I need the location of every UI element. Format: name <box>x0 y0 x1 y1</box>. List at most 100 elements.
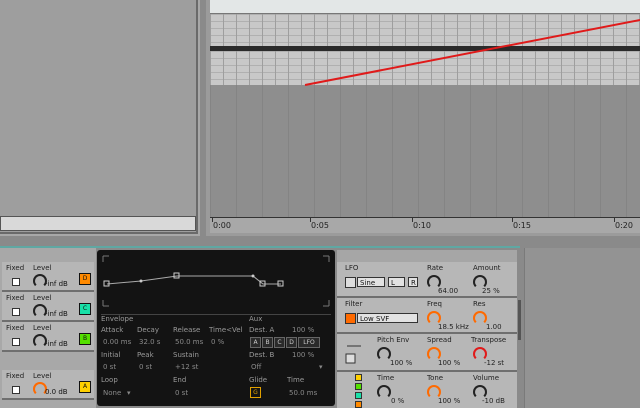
peak-label: Peak <box>137 351 154 359</box>
release-label: Release <box>173 326 201 334</box>
dest-b-label: Dest. B <box>249 351 275 359</box>
lfo-toggle[interactable] <box>345 277 356 288</box>
spread-label: Spread <box>427 336 452 344</box>
pitch-env-icon <box>345 345 361 364</box>
loop-select[interactable]: None <box>103 389 121 397</box>
level-label: Level <box>33 294 52 302</box>
timevel-value[interactable]: 0 % <box>211 338 224 346</box>
ruler-label-2: 0:10 <box>413 221 431 230</box>
filter-section: Filter Low SVF Freq 18.5 kHz Res 1.00 <box>337 298 517 334</box>
decay-label: Decay <box>137 326 159 334</box>
pad-c-button[interactable]: C <box>79 303 91 315</box>
dest-d-button[interactable]: D <box>286 337 297 348</box>
output-time-knob[interactable] <box>377 385 391 399</box>
empty-device-area <box>524 248 640 408</box>
fixed-label: Fixed <box>6 264 25 272</box>
level-label: Level <box>33 264 52 272</box>
time-ruler[interactable]: 0:00 0:05 0:10 0:15 0:20 <box>210 217 640 233</box>
pitch-env-knob[interactable] <box>377 347 391 361</box>
ruler-label-0: 0:00 <box>213 221 231 230</box>
ruler-label-1: 0:05 <box>311 221 329 230</box>
browser-panel-body <box>0 0 198 234</box>
fixed-checkbox[interactable] <box>12 386 20 394</box>
timevel-label: Time<Vel <box>209 326 243 334</box>
automation-envelope[interactable] <box>210 0 640 232</box>
volume-label: Volume <box>473 374 500 382</box>
drum-slot-d: Fixed Level -inf dB D <box>2 262 94 292</box>
glide-time-label: Time <box>287 376 305 384</box>
ruler-label-3: 0:15 <box>513 221 531 230</box>
pad-b-button[interactable]: B <box>79 333 91 345</box>
initial-label: Initial <box>101 351 121 359</box>
res-knob[interactable] <box>473 311 487 325</box>
freq-label: Freq <box>427 300 442 308</box>
fixed-checkbox[interactable] <box>12 338 20 346</box>
level-value: 0.0 dB <box>45 388 68 396</box>
device-scrollbar[interactable] <box>518 300 521 340</box>
level-value: -inf dB <box>45 310 68 318</box>
clip-editor[interactable]: 0:00 0:05 0:10 0:15 0:20 <box>210 0 640 233</box>
ruler-label-4: 0:20 <box>615 221 633 230</box>
level-label: Level <box>33 324 52 332</box>
level-label: Level <box>33 372 52 380</box>
pitch-section: Pitch Env 100 % Spread 100 % Transpose -… <box>337 334 517 372</box>
sustain-label: Sustain <box>173 351 199 359</box>
lfo-mode-select[interactable]: L <box>388 277 405 287</box>
lfo-title: LFO <box>345 264 359 272</box>
output-time-label: Time <box>377 374 395 382</box>
glide-label: Glide <box>249 376 268 384</box>
transpose-label: Transpose <box>471 336 507 344</box>
glide-time-value[interactable]: 50.0 ms <box>289 389 317 397</box>
drum-slot-b: Fixed Level -inf dB B <box>2 322 94 352</box>
pad-indicator <box>355 374 362 408</box>
synth-controls: LFO Sine L R Rate 64.00 Amount 25 % Filt… <box>337 250 517 408</box>
dest-c-button[interactable]: C <box>274 337 285 348</box>
chevron-down-icon[interactable]: ▾ <box>319 363 323 371</box>
envelope-title: Envelope <box>101 315 134 323</box>
attack-label: Attack <box>101 326 124 334</box>
sustain-value[interactable]: +12 st <box>175 363 198 371</box>
dest-a-value[interactable]: 100 % <box>292 326 314 334</box>
spread-value: 100 % <box>438 359 461 367</box>
volume-value: -10 dB <box>482 397 505 405</box>
dest-b-button[interactable]: B <box>262 337 273 348</box>
filter-type-select[interactable]: Low SVF <box>357 313 418 323</box>
filter-toggle[interactable] <box>345 313 356 324</box>
pad-a-button[interactable]: A <box>79 381 91 393</box>
tone-value: 100 % <box>438 397 461 405</box>
end-value[interactable]: 0 st <box>175 389 188 397</box>
browser-panel <box>0 0 200 236</box>
pitch-env-value: 100 % <box>390 359 413 367</box>
glide-toggle[interactable]: G <box>250 387 261 398</box>
fixed-label: Fixed <box>6 372 25 380</box>
horizontal-scrollbar[interactable] <box>0 216 196 231</box>
aux-title: Aux <box>249 315 263 323</box>
fixed-checkbox[interactable] <box>12 278 20 286</box>
drum-slot-c: Fixed Level -inf dB C <box>2 292 94 322</box>
lfo-retrig-button[interactable]: R <box>408 277 418 287</box>
output-time-value: 0 % <box>391 397 405 405</box>
rate-value: 64.00 <box>438 287 459 295</box>
initial-value[interactable]: 0 st <box>103 363 116 371</box>
loop-chevron-icon[interactable]: ▾ <box>127 389 131 397</box>
tone-label: Tone <box>427 374 444 382</box>
release-value[interactable]: 50.0 ms <box>175 338 203 346</box>
lfo-section: LFO Sine L R Rate 64.00 Amount 25 % <box>337 262 517 298</box>
attack-value[interactable]: 0.00 ms <box>103 338 131 346</box>
clip-view: 0:00 0:05 0:10 0:15 0:20 <box>206 0 640 236</box>
end-label: End <box>173 376 187 384</box>
envelope-graph[interactable] <box>101 252 331 310</box>
dest-a-label: Dest. A <box>249 326 275 334</box>
peak-value[interactable]: 0 st <box>139 363 152 371</box>
dest-b-select[interactable]: Off <box>251 363 261 371</box>
pitch-envelope-display: Envelope Aux Attack Decay Release Time<V… <box>97 250 335 406</box>
rate-label: Rate <box>427 264 444 272</box>
dest-b-value[interactable]: 100 % <box>292 351 314 359</box>
output-section: Time 0 % Tone 100 % Volume -10 dB <box>337 372 517 408</box>
lfo-wave-select[interactable]: Sine <box>357 277 385 287</box>
decay-value[interactable]: 32.0 s <box>139 338 160 346</box>
fixed-checkbox[interactable] <box>12 308 20 316</box>
dest-lfo-button[interactable]: LFO <box>298 337 320 348</box>
dest-a-button[interactable]: A <box>250 337 261 348</box>
pad-d-button[interactable]: D <box>79 273 91 285</box>
